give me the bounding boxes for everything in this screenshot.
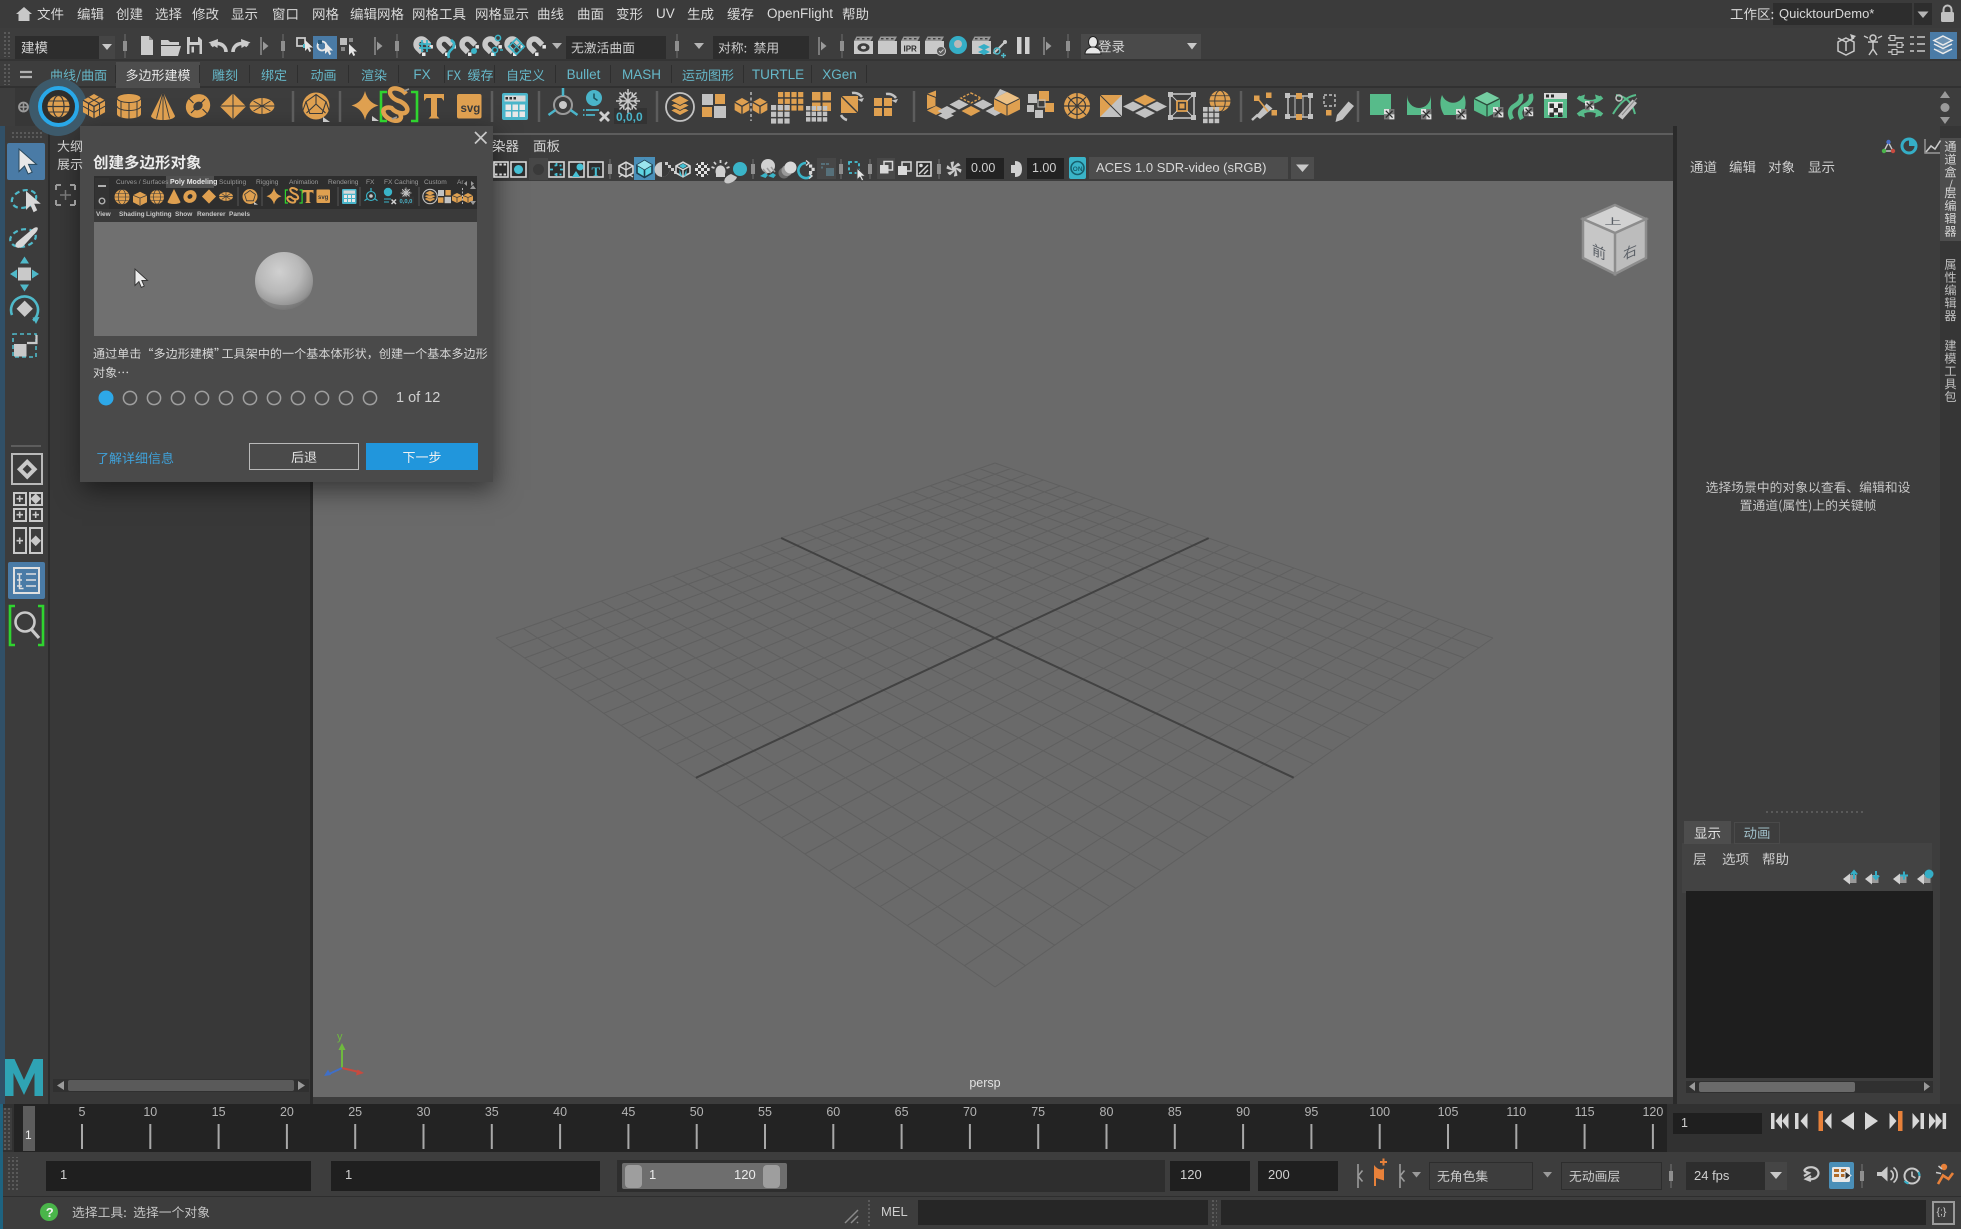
svg-text:0,0,0: 0,0,0 (400, 199, 413, 205)
svg-text:svg: svg (318, 195, 329, 201)
